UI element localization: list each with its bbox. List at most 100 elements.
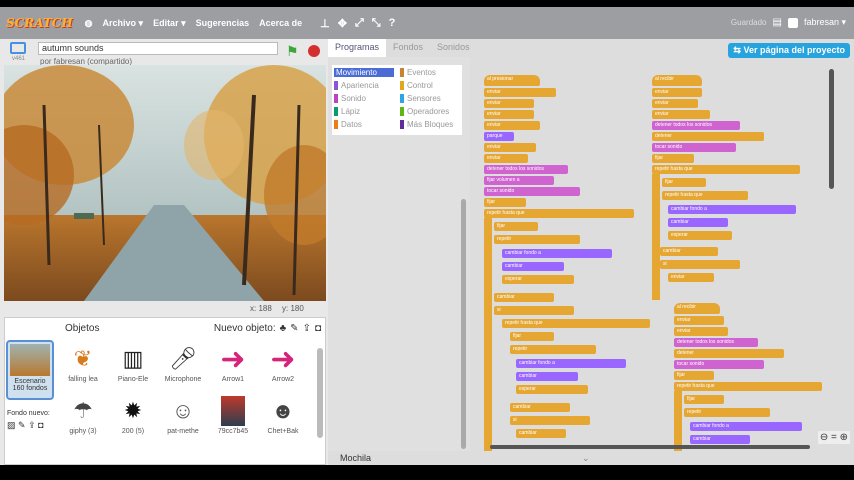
backpack-bar[interactable]: Mochila ⌄: [328, 451, 854, 465]
backdrop-library-icon[interactable]: ▨: [7, 420, 16, 430]
script-block[interactable]: repetir hasta que: [662, 191, 748, 200]
stage-thumbnail[interactable]: Escenario 160 fondos: [6, 340, 54, 400]
script-block[interactable]: detener: [652, 132, 764, 141]
folder-icon[interactable]: ▤: [773, 17, 782, 28]
script-block[interactable]: tocar sonido: [484, 187, 580, 196]
sprite-chet-baker[interactable]: ☻ Chet+Bak: [259, 394, 307, 444]
username[interactable]: fabresan ▾: [804, 17, 846, 28]
script-block[interactable]: cambiar fondo a: [516, 359, 626, 368]
script-block[interactable]: fijar: [510, 332, 554, 341]
sprite-giphy[interactable]: ☂ giphy (3): [59, 394, 107, 444]
zoom-in-icon[interactable]: ⊕: [840, 432, 848, 443]
script-block[interactable]: esperar: [668, 231, 732, 240]
script-block[interactable]: al presionar: [484, 75, 540, 86]
script-block[interactable]: enviar: [484, 121, 540, 130]
menu-sugerencias[interactable]: Sugerencias: [196, 18, 250, 28]
script-block[interactable]: cambiar: [668, 218, 728, 227]
script-block[interactable]: enviar: [674, 316, 724, 325]
palette-scrollbar[interactable]: [461, 199, 466, 449]
category-sonido[interactable]: Sonido: [334, 94, 366, 103]
category-mas-bloques[interactable]: Más Bloques: [400, 120, 453, 129]
camera-icon[interactable]: ◘: [315, 323, 321, 334]
sprite-79cc7b45[interactable]: 79cc7b45: [209, 394, 257, 444]
script-block[interactable]: enviar: [668, 273, 714, 282]
script-block[interactable]: fijar: [652, 154, 694, 163]
script-block[interactable]: enviar: [484, 88, 556, 97]
script-block[interactable]: enviar: [484, 143, 536, 152]
script-block[interactable]: enviar: [652, 99, 698, 108]
script-block[interactable]: detener todos los sonidos: [652, 121, 740, 130]
script-block[interactable]: repetir: [494, 235, 580, 244]
script-block[interactable]: fijar: [684, 395, 724, 404]
script-block[interactable]: cambiar: [502, 262, 564, 271]
script-block[interactable]: si: [494, 306, 574, 315]
script-block[interactable]: enviar: [484, 110, 534, 119]
script-block[interactable]: tocar sonido: [674, 360, 764, 369]
script-block[interactable]: tocar sonido: [652, 143, 736, 152]
zoom-out-icon[interactable]: ⊖: [820, 432, 828, 443]
sprite-arrow2[interactable]: ➜ Arrow2: [259, 342, 307, 392]
script-block[interactable]: cambiar: [660, 247, 718, 256]
grow-icon[interactable]: ⤢: [355, 17, 364, 30]
tab-programas[interactable]: Programas: [328, 39, 387, 57]
script-block[interactable]: cambiar: [510, 403, 570, 412]
sprite-library-icon[interactable]: ♣: [280, 323, 287, 334]
script-block[interactable]: enviar: [484, 99, 534, 108]
script-block[interactable]: cambiar fondo a: [690, 422, 802, 431]
script-block[interactable]: cambiar: [494, 293, 554, 302]
cut-icon[interactable]: ✥: [338, 17, 347, 30]
category-eventos[interactable]: Eventos: [400, 68, 436, 77]
script-block[interactable]: enviar: [652, 110, 710, 119]
script-block[interactable]: si: [660, 260, 740, 269]
script-block[interactable]: al recibir: [674, 303, 720, 314]
help-icon[interactable]: ?: [389, 17, 396, 29]
shrink-icon[interactable]: ⤡: [372, 17, 381, 30]
script-block[interactable]: fijar: [484, 198, 526, 207]
vertical-scrollbar[interactable]: [829, 69, 834, 189]
category-datos[interactable]: Datos: [334, 120, 362, 129]
script-block[interactable]: detener todos los sonidos: [484, 165, 568, 174]
green-flag-icon[interactable]: ⚑: [286, 43, 299, 60]
category-apariencia[interactable]: Apariencia: [334, 81, 379, 90]
upload-icon[interactable]: ⇪: [303, 323, 311, 334]
script-block[interactable]: fijar: [494, 222, 538, 231]
script-block[interactable]: repetir: [684, 408, 770, 417]
script-block[interactable]: cambiar fondo a: [668, 205, 796, 214]
backdrop-upload-icon[interactable]: ⇪: [28, 420, 36, 430]
backdrop-paint-icon[interactable]: ✎: [18, 420, 26, 430]
script-block[interactable]: si: [510, 416, 590, 425]
script-block[interactable]: cambiar fondo a: [502, 249, 612, 258]
script-block[interactable]: enviar: [674, 327, 728, 336]
script-area[interactable]: ⇆ Ver página del proyecto al presionar e…: [470, 39, 854, 465]
category-lapiz[interactable]: Lápiz: [334, 107, 360, 116]
sprite-200[interactable]: ✹ 200 (5): [109, 394, 157, 444]
category-movimiento[interactable]: Movimiento: [334, 68, 394, 77]
script-block[interactable]: repetir hasta que: [652, 165, 800, 174]
zoom-reset-icon[interactable]: =: [831, 432, 837, 443]
scratch-logo[interactable]: SCRATCH: [6, 16, 73, 30]
backdrop-camera-icon[interactable]: ◘: [38, 420, 43, 430]
category-control[interactable]: Control: [400, 81, 433, 90]
script-block[interactable]: detener todos los sonidos: [674, 338, 758, 347]
script-block[interactable]: cambiar: [516, 429, 566, 438]
tab-fondos[interactable]: Fondos: [386, 39, 431, 57]
horizontal-scrollbar[interactable]: [490, 445, 810, 449]
script-block[interactable]: enviar: [484, 154, 528, 163]
script-block[interactable]: cambiar: [690, 435, 750, 444]
script-block[interactable]: fijar volumen a: [484, 176, 554, 185]
script-block[interactable]: detener: [674, 349, 784, 358]
script-block[interactable]: fijar: [674, 371, 714, 380]
paint-icon[interactable]: ✎: [290, 323, 298, 334]
globe-icon[interactable]: ◍: [85, 18, 93, 29]
stage-canvas[interactable]: [4, 65, 326, 301]
stop-icon[interactable]: [308, 45, 320, 57]
category-operadores[interactable]: Operadores: [400, 107, 449, 116]
sprite-scrollbar[interactable]: [317, 348, 323, 438]
script-block[interactable]: cambiar: [516, 372, 578, 381]
script-block[interactable]: repetir hasta que: [502, 319, 650, 328]
presentation-mode-icon[interactable]: [10, 42, 26, 54]
see-project-page-button[interactable]: ⇆ Ver página del proyecto: [728, 43, 850, 58]
script-block[interactable]: parque: [484, 132, 514, 141]
script-block[interactable]: enviar: [652, 88, 702, 97]
script-block[interactable]: esperar: [502, 275, 574, 284]
